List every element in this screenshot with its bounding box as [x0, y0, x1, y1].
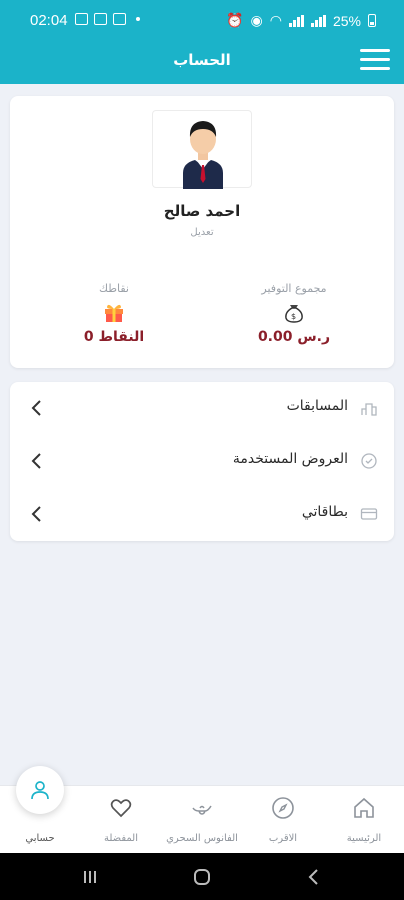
- menu-item-used-offers[interactable]: العروض المستخدمة: [10, 435, 394, 487]
- battery-icon: [368, 14, 376, 27]
- savings-value: 0.00 ر.س: [257, 329, 331, 345]
- edit-profile-link[interactable]: تعديل: [10, 227, 394, 238]
- user-icon: [31, 781, 49, 800]
- nav-nearest[interactable]: الاقرب: [243, 786, 323, 854]
- status-time: 02:04: [30, 12, 68, 29]
- home-button-icon[interactable]: [192, 867, 212, 887]
- account-menu: المسابقات العروض المستخدمة بطاقاتي: [10, 382, 394, 541]
- nav-home[interactable]: الرئيسية: [324, 786, 404, 854]
- heart-icon: [110, 799, 132, 818]
- menu-item-label: المسابقات: [286, 398, 348, 414]
- hamburger-menu-icon[interactable]: [360, 49, 390, 73]
- savings-stat: مجموع التوفير $ 0.00 ر.س: [224, 282, 364, 345]
- money-bag-icon: $: [281, 301, 307, 323]
- savings-label: مجموع التوفير: [261, 282, 327, 295]
- image-notification-icon: [75, 13, 88, 25]
- podium-icon: [361, 403, 377, 416]
- nav-favorites[interactable]: المفضلة: [81, 786, 161, 854]
- gift-box-icon: [101, 301, 127, 323]
- chevron-left-icon: [31, 400, 41, 416]
- compass-icon: [272, 797, 294, 819]
- card-icon: [360, 508, 378, 520]
- nav-label: المفضلة: [103, 833, 138, 844]
- account-active-button[interactable]: [16, 766, 64, 814]
- signal-icon-1: [288, 14, 304, 27]
- nav-label: الرئيسية: [346, 833, 382, 844]
- system-navigation-bar: [0, 853, 404, 900]
- points-stat: نقاطك 0 النقاط: [44, 282, 184, 345]
- avatar[interactable]: [152, 110, 252, 189]
- signal-icon-2: [310, 14, 326, 27]
- back-icon[interactable]: [304, 867, 324, 887]
- home-icon: [354, 797, 374, 818]
- profile-card: احمد صالح تعديل مجموع التوفير $ 0.00 ر.س…: [10, 96, 394, 368]
- system-indicators: ⏰ ◉ ◠ 25%: [226, 12, 376, 29]
- points-value: 0 النقاط: [83, 329, 145, 345]
- battery-percent: 25%: [332, 12, 361, 29]
- recent-apps-icon[interactable]: [80, 867, 100, 887]
- wifi-icon: ◠: [269, 12, 282, 28]
- location-icon: ◉: [250, 12, 263, 28]
- chevron-left-icon: [31, 453, 41, 469]
- user-name: احمد صالح: [163, 202, 241, 220]
- app-bar: الحساب: [0, 40, 404, 84]
- svg-text:$: $: [291, 312, 296, 321]
- more-notifications-dot-icon: [136, 17, 140, 21]
- eye-notification-icon: [94, 13, 107, 25]
- menu-item-competitions[interactable]: المسابقات: [10, 382, 394, 434]
- status-bar: 02:04 ⏰ ◉ ◠ 25%: [0, 0, 404, 40]
- notification-icons: [75, 13, 140, 25]
- menu-item-label: بطاقاتي: [301, 504, 348, 520]
- nav-label: الاقرب: [268, 833, 298, 844]
- page-title: الحساب: [173, 51, 231, 69]
- grid-notification-icon: [113, 13, 126, 25]
- nav-label: حسابي: [25, 833, 55, 844]
- chevron-left-icon: [31, 506, 41, 522]
- menu-item-my-cards[interactable]: بطاقاتي: [10, 488, 394, 540]
- alarm-icon: ⏰: [226, 12, 244, 28]
- menu-item-label: العروض المستخدمة: [232, 451, 348, 467]
- magic-lamp-icon: [192, 805, 212, 815]
- used-offers-icon: [361, 453, 377, 469]
- points-label: نقاطك: [98, 282, 129, 295]
- nav-magic-lamp[interactable]: الفانوس السحري: [162, 786, 242, 854]
- nav-label: الفانوس السحري: [166, 833, 238, 844]
